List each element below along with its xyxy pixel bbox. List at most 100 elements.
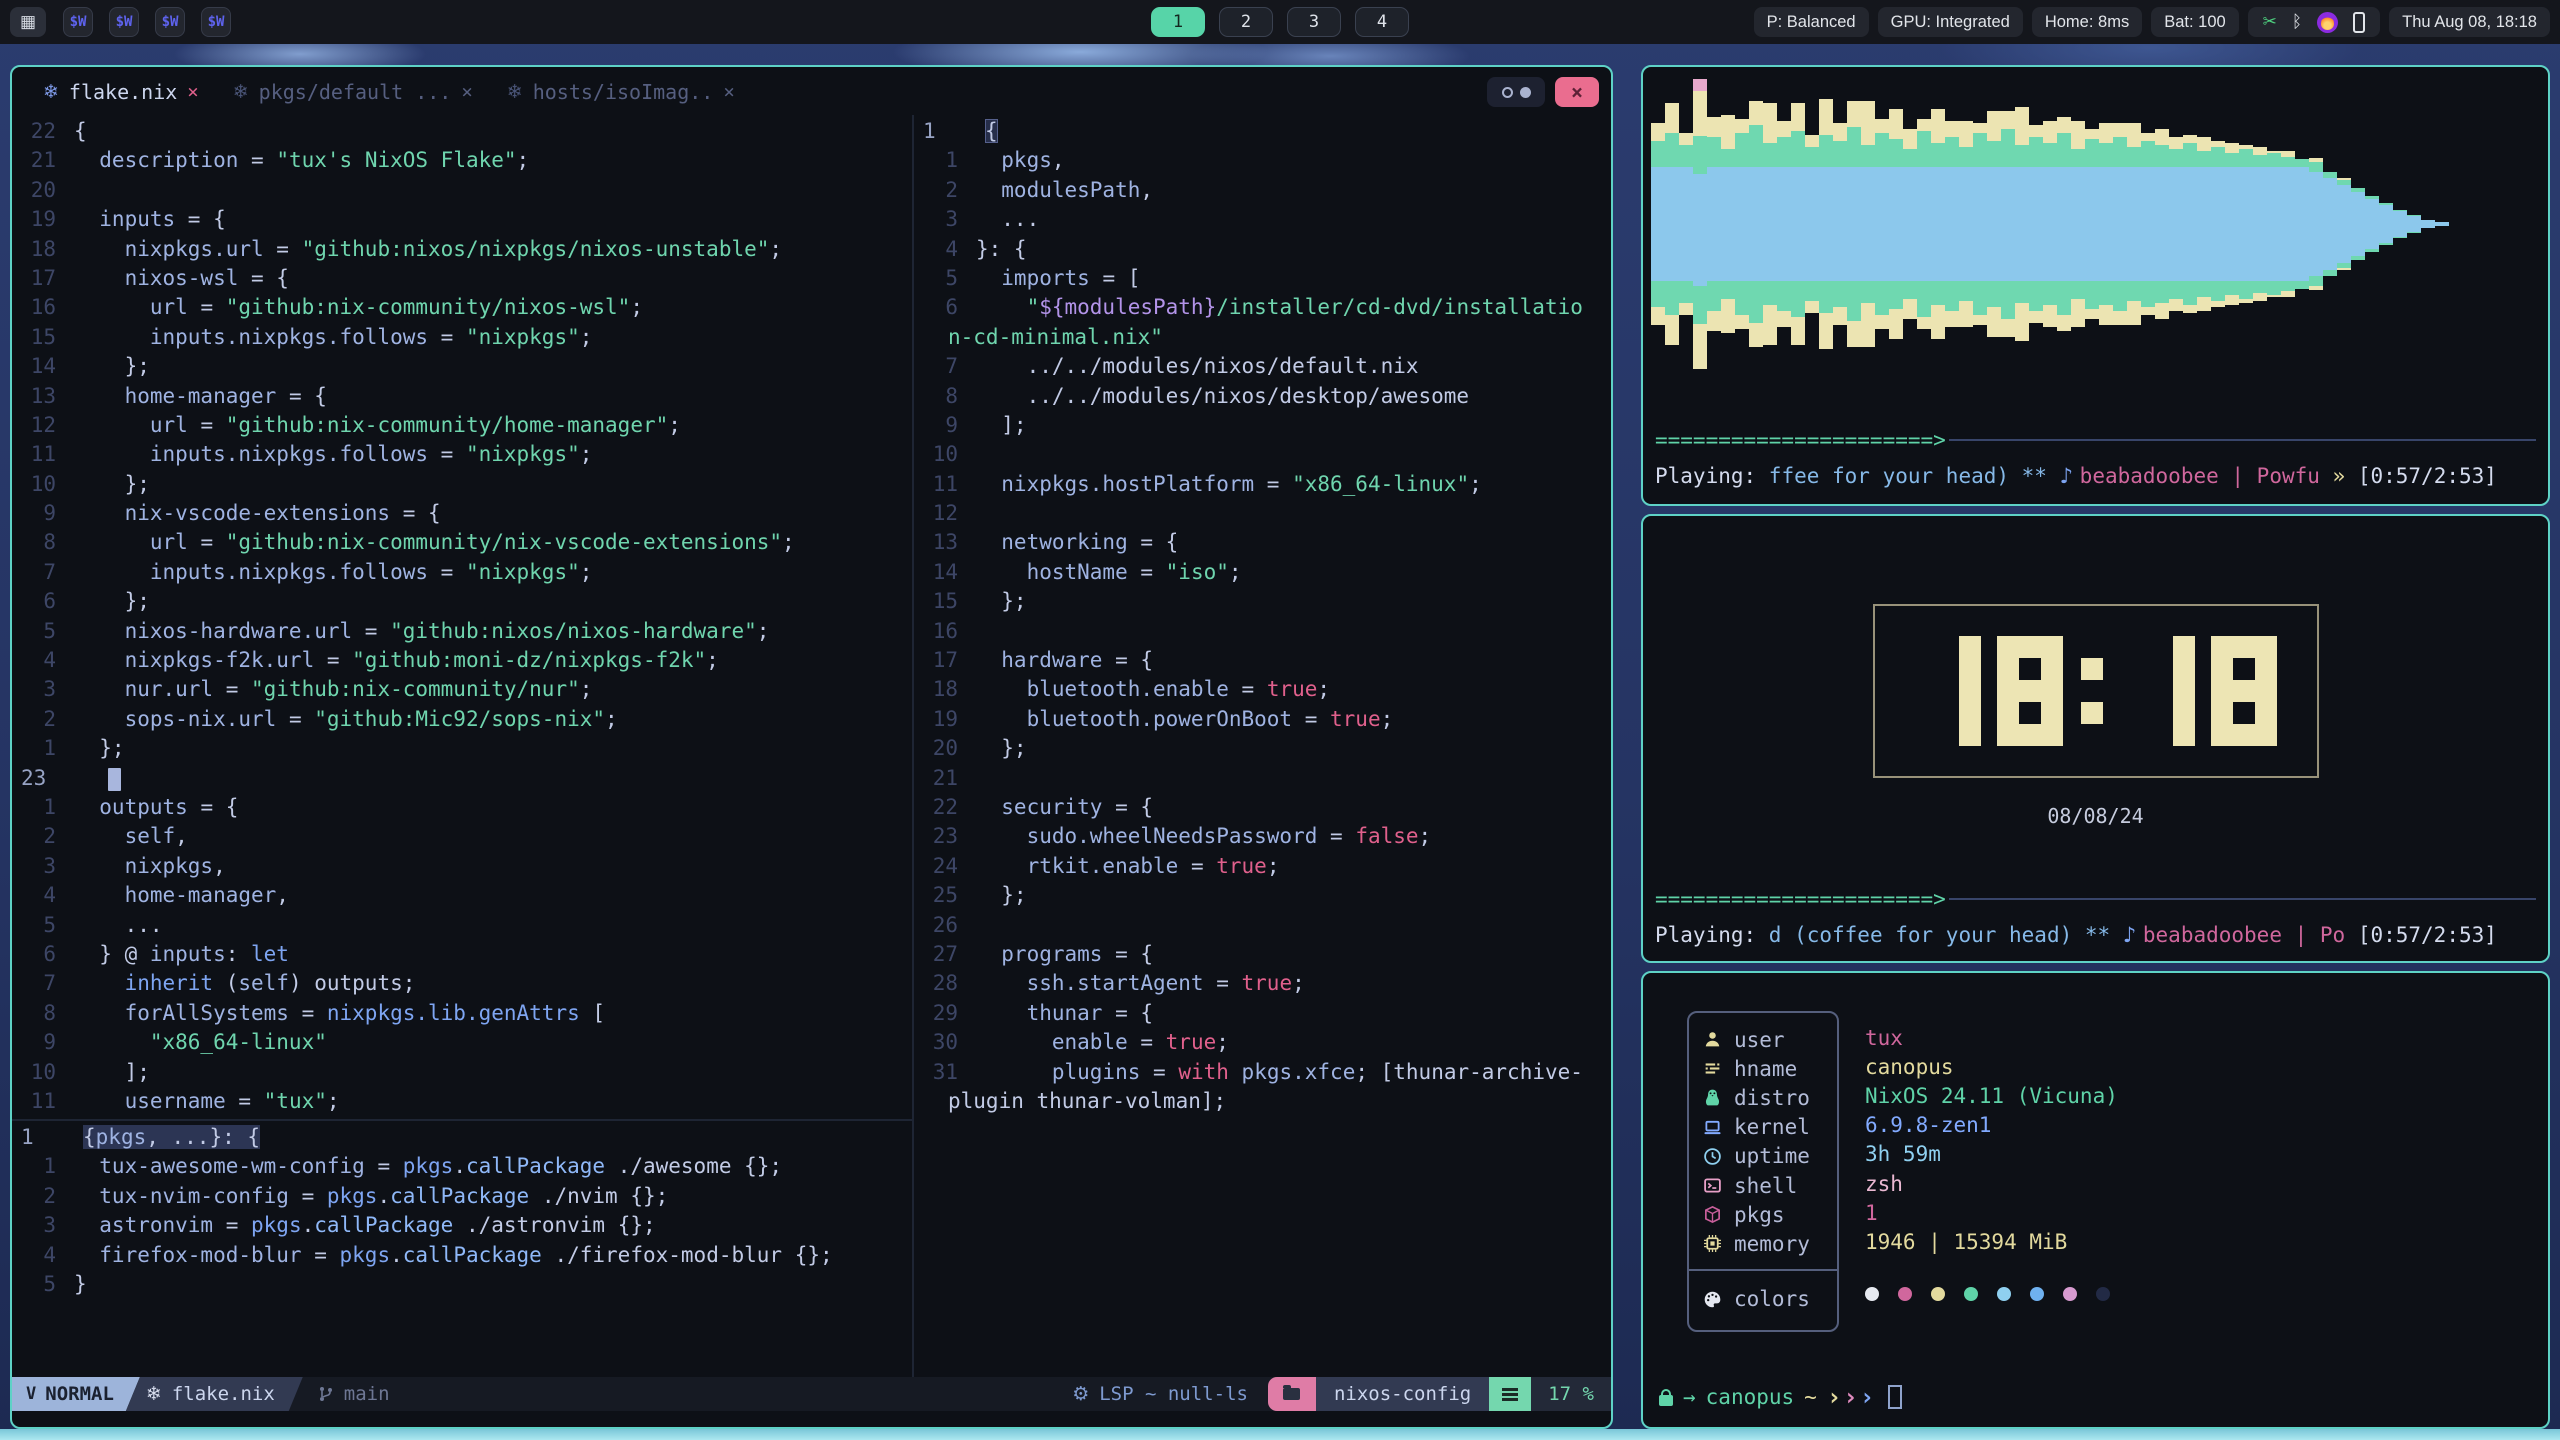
code-line[interactable]: 5 ...	[12, 911, 912, 940]
code-line[interactable]: 19 inputs = {	[12, 205, 912, 234]
battery-pill[interactable]: Bat: 100	[2151, 7, 2238, 37]
code-line[interactable]: 13 networking = {	[914, 528, 1611, 557]
code-line[interactable]: 11 inputs.nixpkgs.follows = "nixpkgs";	[12, 440, 912, 469]
code-line[interactable]: 1 outputs = {	[12, 793, 912, 822]
launcher-button[interactable]: ▦	[10, 7, 46, 37]
code-line[interactable]: 1 pkgs,	[914, 146, 1611, 175]
code-line[interactable]: 14 hostName = "iso";	[914, 558, 1611, 587]
code-line[interactable]: 7 inputs.nixpkgs.follows = "nixpkgs";	[12, 558, 912, 587]
code-line[interactable]: 2 tux-nvim-config = pkgs.callPackage ./n…	[12, 1182, 912, 1211]
code-line[interactable]: 13 home-manager = {	[12, 382, 912, 411]
code-line[interactable]: 8 url = "github:nix-community/nix-vscode…	[12, 528, 912, 557]
code-line[interactable]: 20 };	[914, 734, 1611, 763]
code-line[interactable]: 3 nur.url = "github:nix-community/nur";	[12, 675, 912, 704]
workspace-button[interactable]: $W	[63, 7, 93, 37]
code-line[interactable]: 8 ../../modules/nixos/desktop/awesome	[914, 382, 1611, 411]
code-line[interactable]: 12 url = "github:nix-community/home-mana…	[12, 411, 912, 440]
code-line[interactable]: 18 bluetooth.enable = true;	[914, 675, 1611, 704]
code-line[interactable]: 16 url = "github:nix-community/nixos-wsl…	[12, 293, 912, 322]
buffer-tab-pkgs-default[interactable]: ❄ pkgs/default ... ×	[216, 69, 490, 115]
code-line[interactable]: 17 hardware = {	[914, 646, 1611, 675]
code-line[interactable]: 10 ];	[12, 1058, 912, 1087]
home-latency-pill[interactable]: Home: 8ms	[2032, 7, 2142, 37]
code-line[interactable]: 9 ];	[914, 411, 1611, 440]
code-line[interactable]: 10	[914, 440, 1611, 469]
code-line[interactable]: 23 sudo.wheelNeedsPassword = false;	[914, 822, 1611, 851]
code-line[interactable]: 6 "${modulesPath}/installer/cd-dvd/insta…	[914, 293, 1611, 322]
code-line[interactable]: 20	[12, 176, 912, 205]
code-line[interactable]: 26	[914, 911, 1611, 940]
code-line[interactable]: 3 astronvim = pkgs.callPackage ./astronv…	[12, 1211, 912, 1240]
shell-prompt[interactable]: → canopus ~ › › ›	[1659, 1385, 1902, 1409]
workspace-button[interactable]: $W	[201, 7, 231, 37]
code-line[interactable]: 27 programs = {	[914, 940, 1611, 969]
workspace-button[interactable]: $W	[155, 7, 185, 37]
code-pane-isoimage[interactable]: 1{1 pkgs,2 modulesPath,3 ...4}: {5 impor…	[914, 115, 1611, 1377]
code-pane-pkgs-default[interactable]: 1{pkgs, ...}: {1 tux-awesome-wm-config =…	[12, 1121, 912, 1377]
code-line[interactable]: 9 "x86_64-linux"	[12, 1028, 912, 1057]
code-line[interactable]: 29 thunar = {	[914, 999, 1611, 1028]
workspace-button[interactable]: $W	[109, 7, 139, 37]
buffer-tab-hosts-isoimage[interactable]: ❄ hosts/isoImag.. ×	[490, 69, 752, 115]
code-line[interactable]: 16	[914, 617, 1611, 646]
code-line[interactable]: 19 bluetooth.powerOnBoot = true;	[914, 705, 1611, 734]
clock-pill[interactable]: Thu Aug 08, 18:18	[2389, 7, 2550, 37]
code-line[interactable]: 7 inherit (self) outputs;	[12, 969, 912, 998]
code-line[interactable]: 6 } @ inputs: let	[12, 940, 912, 969]
code-line[interactable]: 30 enable = true;	[914, 1028, 1611, 1057]
code-line[interactable]: 15 inputs.nixpkgs.follows = "nixpkgs";	[12, 323, 912, 352]
close-icon[interactable]: ×	[187, 81, 198, 103]
code-line[interactable]: 28 ssh.startAgent = true;	[914, 969, 1611, 998]
code-line[interactable]: n-cd-minimal.nix"	[914, 323, 1611, 352]
code-line[interactable]: 10 };	[12, 470, 912, 499]
gpu-pill[interactable]: GPU: Integrated	[1878, 7, 2023, 37]
code-line[interactable]: 22 security = {	[914, 793, 1611, 822]
close-icon[interactable]: ×	[723, 81, 734, 103]
topbar-tab-2[interactable]: 2	[1219, 7, 1273, 37]
code-line[interactable]: 18 nixpkgs.url = "github:nixos/nixpkgs/n…	[12, 235, 912, 264]
code-line[interactable]: 12	[914, 499, 1611, 528]
code-line[interactable]: 4}: {	[914, 235, 1611, 264]
code-line[interactable]: 31 plugins = with pkgs.xfce; [thunar-arc…	[914, 1058, 1611, 1087]
phone-icon[interactable]	[2353, 12, 2365, 33]
topbar-tab-3[interactable]: 3	[1287, 7, 1341, 37]
buffer-tab-flake[interactable]: ❄ flake.nix ×	[26, 69, 216, 115]
code-line[interactable]: 1{pkgs, ...}: {	[12, 1123, 912, 1152]
code-line[interactable]: 11 username = "tux";	[12, 1087, 912, 1116]
code-line[interactable]: 21 description = "tux's NixOS Flake";	[12, 146, 912, 175]
code-line[interactable]: 4 firefox-mod-blur = pkgs.callPackage ./…	[12, 1241, 912, 1270]
code-line[interactable]: 14 };	[12, 352, 912, 381]
close-icon[interactable]: ×	[461, 81, 472, 103]
code-line[interactable]: 23	[12, 764, 912, 793]
code-line[interactable]: 24 rtkit.enable = true;	[914, 852, 1611, 881]
code-pane-flake[interactable]: 22{21 description = "tux's NixOS Flake";…	[12, 115, 912, 1119]
power-profile-pill[interactable]: P: Balanced	[1754, 7, 1869, 37]
code-line[interactable]: 4 home-manager,	[12, 881, 912, 910]
code-line[interactable]: 3 ...	[914, 205, 1611, 234]
topbar-tab-4[interactable]: 4	[1355, 7, 1409, 37]
command-line[interactable]	[12, 1411, 1611, 1427]
code-line[interactable]: 6 };	[12, 587, 912, 616]
code-line[interactable]: 4 nixpkgs-f2k.url = "github:moni-dz/nixp…	[12, 646, 912, 675]
code-line[interactable]: 2 modulesPath,	[914, 176, 1611, 205]
bluetooth-icon[interactable]: ᛒ	[2292, 12, 2302, 32]
code-line[interactable]: 8 forAllSystems = nixpkgs.lib.genAttrs [	[12, 999, 912, 1028]
code-line[interactable]: 21	[914, 764, 1611, 793]
code-line[interactable]: 17 nixos-wsl = {	[12, 264, 912, 293]
code-line[interactable]: 5 nixos-hardware.url = "github:nixos/nix…	[12, 617, 912, 646]
code-line[interactable]: 2 self,	[12, 822, 912, 851]
code-line[interactable]: 2 sops-nix.url = "github:Mic92/sops-nix"…	[12, 705, 912, 734]
scissors-icon[interactable]: ✂	[2263, 12, 2277, 32]
code-line[interactable]: plugin thunar-volman];	[914, 1087, 1611, 1116]
code-line[interactable]: 5}	[12, 1270, 912, 1299]
window-close-button[interactable]: ×	[1555, 77, 1599, 107]
topbar-tab-1[interactable]: 1	[1151, 7, 1205, 37]
code-line[interactable]: 22{	[12, 117, 912, 146]
code-line[interactable]: 5 imports = [	[914, 264, 1611, 293]
fire-icon[interactable]	[2317, 12, 2338, 33]
code-line[interactable]: 9 nix-vscode-extensions = {	[12, 499, 912, 528]
code-line[interactable]: 25 };	[914, 881, 1611, 910]
code-line[interactable]: 1 };	[12, 734, 912, 763]
code-line[interactable]: 15 };	[914, 587, 1611, 616]
code-line[interactable]: 11 nixpkgs.hostPlatform = "x86_64-linux"…	[914, 470, 1611, 499]
